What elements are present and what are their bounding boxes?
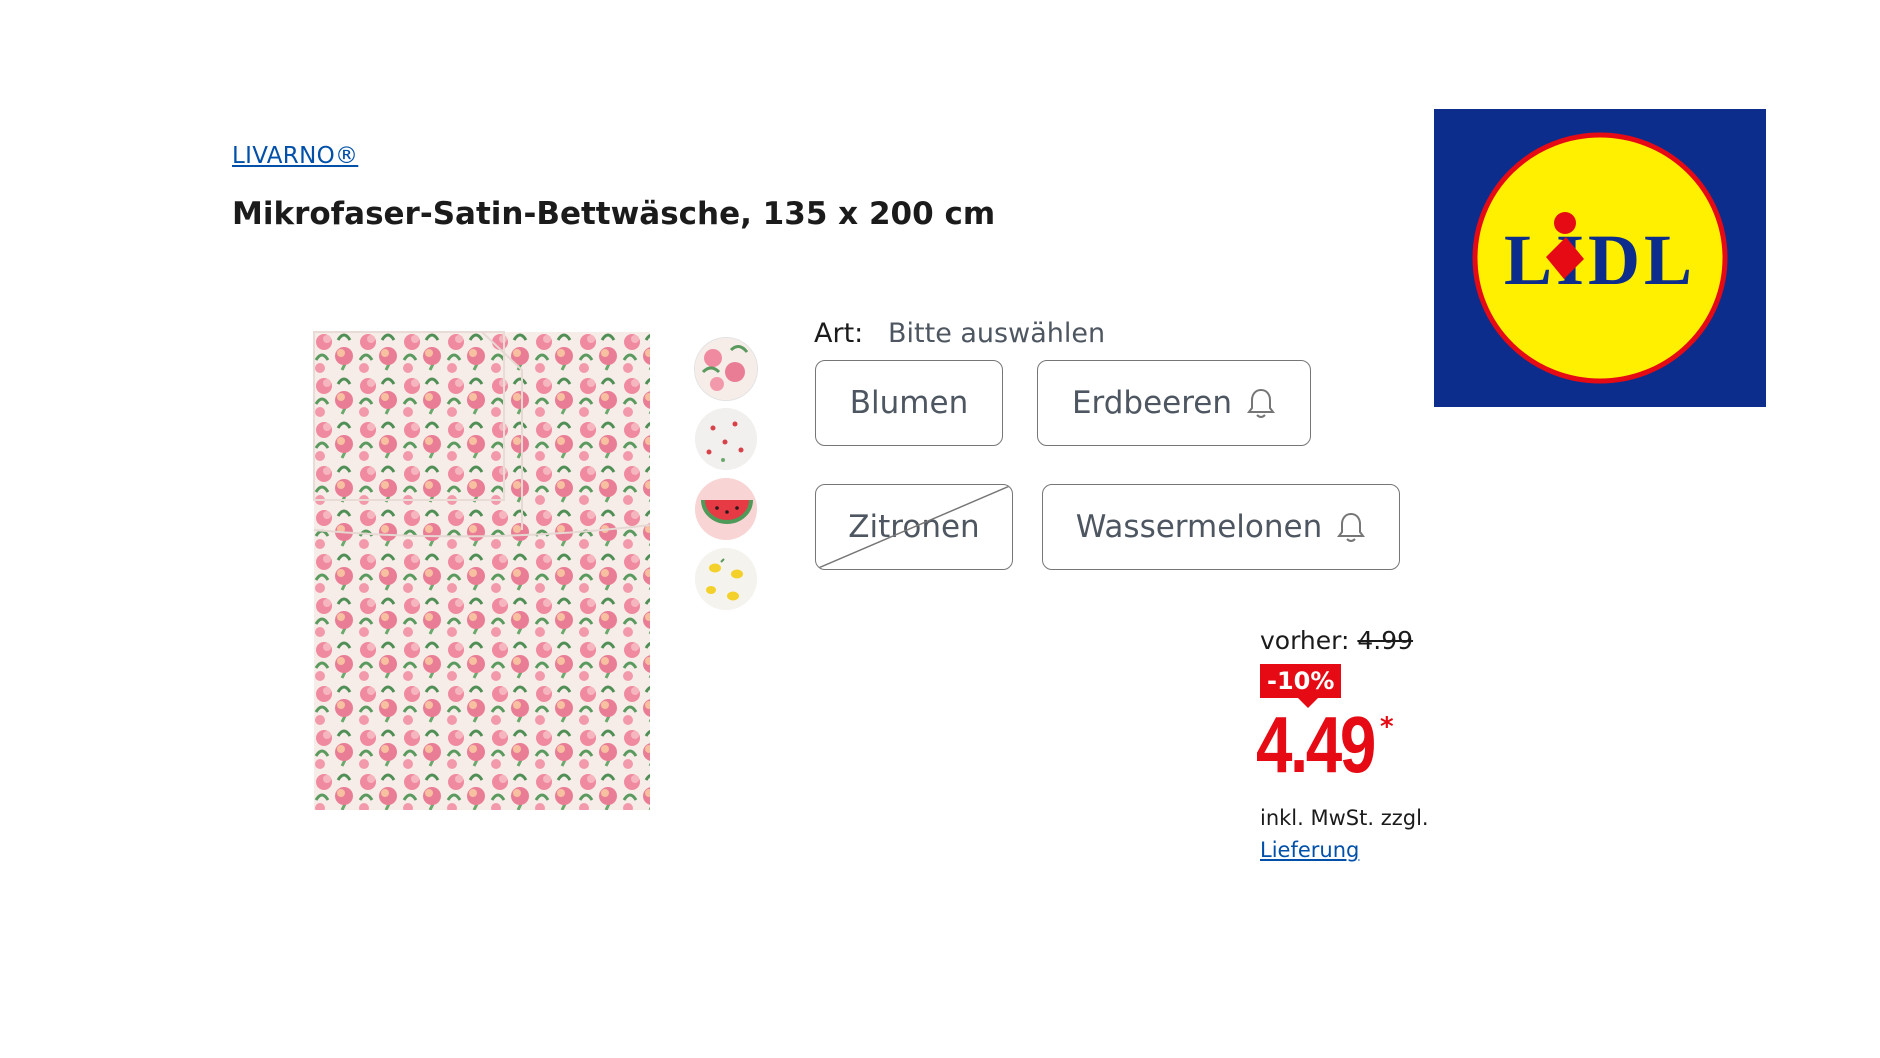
variant-option-label: Erdbeeren <box>1071 385 1233 421</box>
old-price-value: 4.99 <box>1357 626 1414 655</box>
brand-link[interactable]: LIVARNO® <box>232 143 358 169</box>
price-asterisk: * <box>1380 712 1394 742</box>
bell-icon <box>1247 388 1276 418</box>
variant-option-label: Wassermelonen <box>1075 509 1323 545</box>
thumbnail-zitronen[interactable] <box>695 548 757 610</box>
svg-text:LIDL: LIDL <box>1504 220 1696 300</box>
bell-icon <box>1337 512 1366 542</box>
unavailable-strike-icon <box>816 485 1012 569</box>
thumbnail-erdbeeren[interactable] <box>695 408 757 470</box>
variant-option-zitronen[interactable]: Zitronen <box>815 484 1013 570</box>
discount-badge: -10% <box>1260 664 1342 708</box>
product-main-image[interactable] <box>312 330 652 812</box>
current-price: 4.49 <box>1256 700 1376 789</box>
tax-note: inkl. MwSt. zzgl. <box>1260 806 1429 830</box>
product-page: LIVARNO® Mikrofaser-Satin-Bettwäsche, 13… <box>0 0 1880 1058</box>
variant-label: Art: <box>814 318 864 349</box>
old-price: vorher: 4.99 <box>1260 626 1413 655</box>
thumbnail-wassermelonen[interactable] <box>695 478 757 540</box>
variant-option-blumen[interactable]: Blumen <box>815 360 1003 446</box>
product-title: Mikrofaser-Satin-Bettwäsche, 135 x 200 c… <box>232 196 996 232</box>
thumbnail-blumen[interactable] <box>695 338 757 400</box>
variant-option-erdbeeren[interactable]: Erdbeeren <box>1037 360 1311 446</box>
delivery-link[interactable]: Lieferung <box>1260 838 1359 862</box>
variant-selected-value: Bitte auswählen <box>888 318 1106 349</box>
variant-option-wassermelonen[interactable]: Wassermelonen <box>1042 484 1400 570</box>
variant-option-label: Blumen <box>849 385 969 421</box>
lidl-logo: LIDL <box>1434 109 1766 407</box>
old-price-label: vorher: <box>1260 626 1350 655</box>
